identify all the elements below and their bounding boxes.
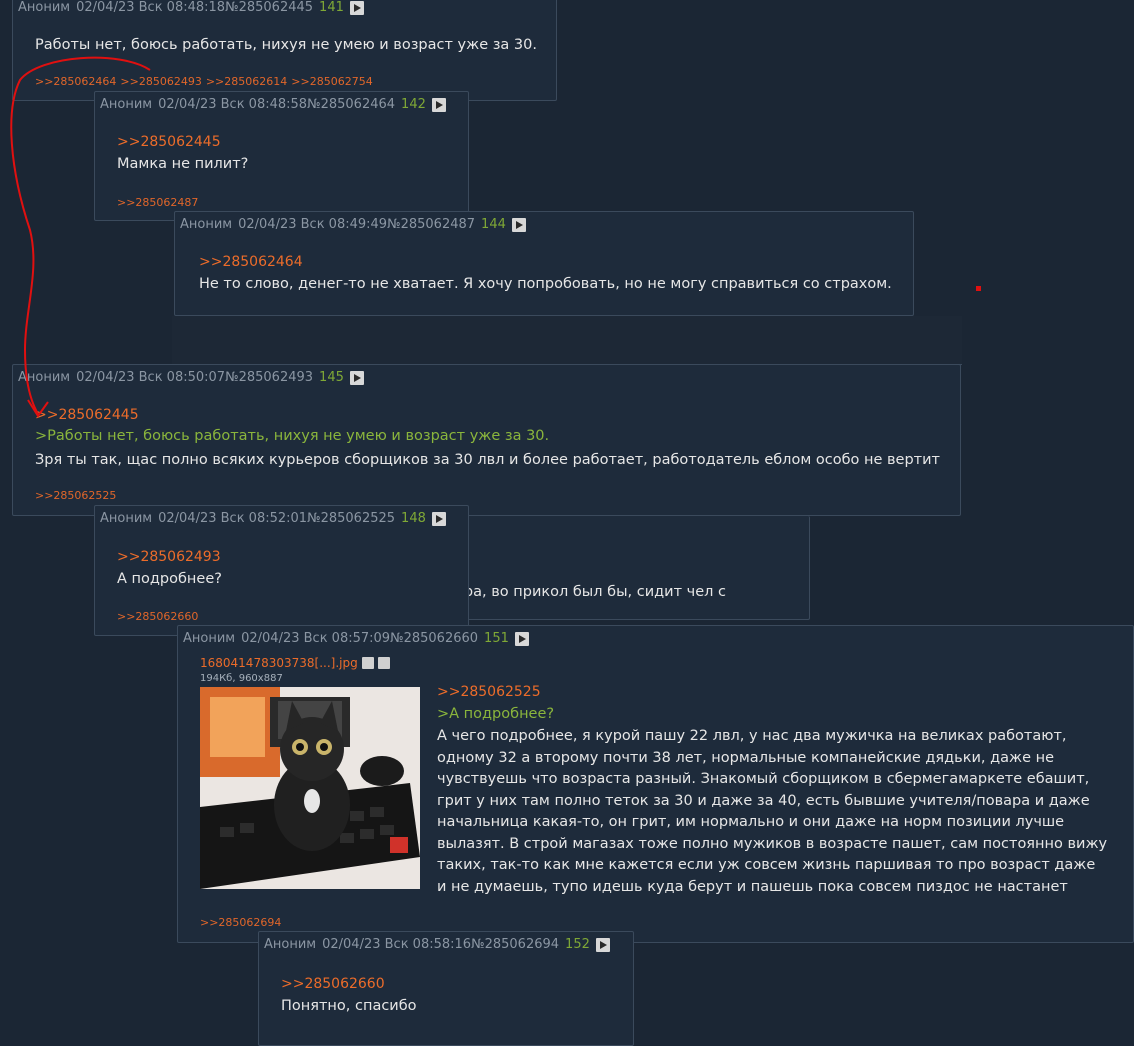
post-header: Аноним 02/04/23 Вск 08:49:49 №285062487 … xyxy=(180,217,526,232)
post-header: Аноним 02/04/23 Вск 08:48:58 №285062464 … xyxy=(100,97,446,112)
backlinks: >>285062660 xyxy=(117,610,202,623)
backlink[interactable]: >>285062487 xyxy=(117,196,198,209)
post-header: Аноним 02/04/23 Вск 08:58:16 №285062694 … xyxy=(264,937,610,952)
post-text: А подробнее? xyxy=(117,571,222,587)
file-info: 168041478303738[...].jpg xyxy=(200,656,390,670)
post-author: Аноним xyxy=(183,631,236,646)
reply-link[interactable]: >>285062493 xyxy=(117,549,221,565)
backlinks: >>285062487 xyxy=(117,196,202,209)
backlink[interactable]: >>285062754 xyxy=(291,75,372,88)
post-number: 142 xyxy=(401,97,426,112)
post-number: 141 xyxy=(319,0,344,15)
hidden-post-text: ера, во прикол был бы, сидит чел с xyxy=(455,584,726,600)
download-icon[interactable] xyxy=(377,657,390,669)
backlinks: >>285062525 xyxy=(35,489,120,502)
play-icon[interactable] xyxy=(511,217,526,232)
post-number: 148 xyxy=(401,511,426,526)
post-number: 151 xyxy=(484,631,509,646)
post-header: Аноним 02/04/23 Вск 08:50:07 №285062493 … xyxy=(18,370,364,385)
reply-link[interactable]: >>285062445 xyxy=(35,407,139,423)
post-285062445: Аноним 02/04/23 Вск 08:48:18 №285062445 … xyxy=(12,0,557,101)
file-name-link[interactable]: 168041478303738[...].jpg xyxy=(200,656,358,670)
post-date: 02/04/23 Вск 08:49:49 xyxy=(238,217,388,232)
backlink[interactable]: >>285062660 xyxy=(117,610,198,623)
post-id[interactable]: №285062694 xyxy=(471,937,559,952)
post-number: 144 xyxy=(481,217,506,232)
play-icon[interactable] xyxy=(514,631,529,646)
reply-link[interactable]: >>285062445 xyxy=(117,134,221,150)
backlink[interactable]: >>285062694 xyxy=(200,916,281,929)
post-285062487: Аноним 02/04/23 Вск 08:49:49 №285062487 … xyxy=(174,211,914,316)
search-icon[interactable] xyxy=(361,657,374,669)
hidden-post-area xyxy=(172,316,962,365)
post-number: 152 xyxy=(565,937,590,952)
play-icon[interactable] xyxy=(349,0,364,15)
post-285062493: Аноним 02/04/23 Вск 08:50:07 №285062493 … xyxy=(12,364,961,516)
post-number: 145 xyxy=(319,370,344,385)
post-date: 02/04/23 Вск 08:57:09 xyxy=(241,631,391,646)
backlink[interactable]: >>285062614 xyxy=(206,75,287,88)
post-id[interactable]: №285062445 xyxy=(225,0,313,15)
post-285062525: Аноним 02/04/23 Вск 08:52:01 №285062525 … xyxy=(94,505,469,636)
post-date: 02/04/23 Вск 08:52:01 xyxy=(158,511,308,526)
post-author: Аноним xyxy=(100,511,153,526)
post-date: 02/04/23 Вск 08:58:16 xyxy=(322,937,472,952)
post-285062464: Аноним 02/04/23 Вск 08:48:58 №285062464 … xyxy=(94,91,469,221)
greentext-quote: >Работы нет, боюсь работать, нихуя не ум… xyxy=(35,428,550,444)
post-id[interactable]: №285062487 xyxy=(387,217,475,232)
post-id[interactable]: №285062525 xyxy=(307,511,395,526)
post-date: 02/04/23 Вск 08:50:07 xyxy=(76,370,226,385)
reply-link[interactable]: >>285062525 xyxy=(437,684,541,700)
backlink[interactable]: >>285062493 xyxy=(120,75,201,88)
post-text: Зря ты так, щас полно всяких курьеров сб… xyxy=(35,452,941,468)
post-author: Аноним xyxy=(180,217,233,232)
file-meta: 194Кб, 960x887 xyxy=(200,673,283,684)
post-author: Аноним xyxy=(18,0,71,15)
post-author: Аноним xyxy=(100,97,153,112)
post-285062660: Аноним 02/04/23 Вск 08:57:09 №285062660 … xyxy=(177,625,1134,943)
reply-link[interactable]: >>285062464 xyxy=(199,254,303,270)
post-author: Аноним xyxy=(264,937,317,952)
backlinks: >>285062694 xyxy=(200,916,285,929)
play-icon[interactable] xyxy=(431,97,446,112)
annotation-dot xyxy=(976,286,981,291)
post-id[interactable]: №285062493 xyxy=(225,370,313,385)
backlink[interactable]: >>285062464 xyxy=(35,75,116,88)
post-text: А чего подробнее, я курой пашу 22 лвл, у… xyxy=(437,728,1108,895)
backlink[interactable]: >>285062525 xyxy=(35,489,116,502)
post-text: Не то слово, денег-то не хватает. Я хочу… xyxy=(199,276,892,292)
post-header: Аноним 02/04/23 Вск 08:57:09 №285062660 … xyxy=(183,631,529,646)
post-text: Понятно, спасибо xyxy=(281,998,417,1014)
post-text: Мамка не пилит? xyxy=(117,156,249,172)
greentext-quote: >А подробнее? xyxy=(437,706,555,722)
post-id[interactable]: №285062464 xyxy=(307,97,395,112)
post-text: Работы нет, боюсь работать, нихуя не уме… xyxy=(35,37,537,53)
post-date: 02/04/23 Вск 08:48:18 xyxy=(76,0,226,15)
backlinks: >>285062464 >>285062493 >>285062614 >>28506… xyxy=(35,75,377,88)
post-285062694: Аноним 02/04/23 Вск 08:58:16 №285062694 … xyxy=(258,931,634,1046)
reply-link[interactable]: >>285062660 xyxy=(281,976,385,992)
post-id[interactable]: №285062660 xyxy=(390,631,478,646)
post-header: Аноним 02/04/23 Вск 08:52:01 №285062525 … xyxy=(100,511,446,526)
play-icon[interactable] xyxy=(595,937,610,952)
post-image-thumbnail[interactable] xyxy=(200,687,420,889)
post-date: 02/04/23 Вск 08:48:58 xyxy=(158,97,308,112)
kitten-image xyxy=(200,687,420,889)
post-header: Аноним 02/04/23 Вск 08:48:18 №285062445 … xyxy=(18,0,364,15)
post-author: Аноним xyxy=(18,370,71,385)
play-icon[interactable] xyxy=(431,511,446,526)
play-icon[interactable] xyxy=(349,370,364,385)
